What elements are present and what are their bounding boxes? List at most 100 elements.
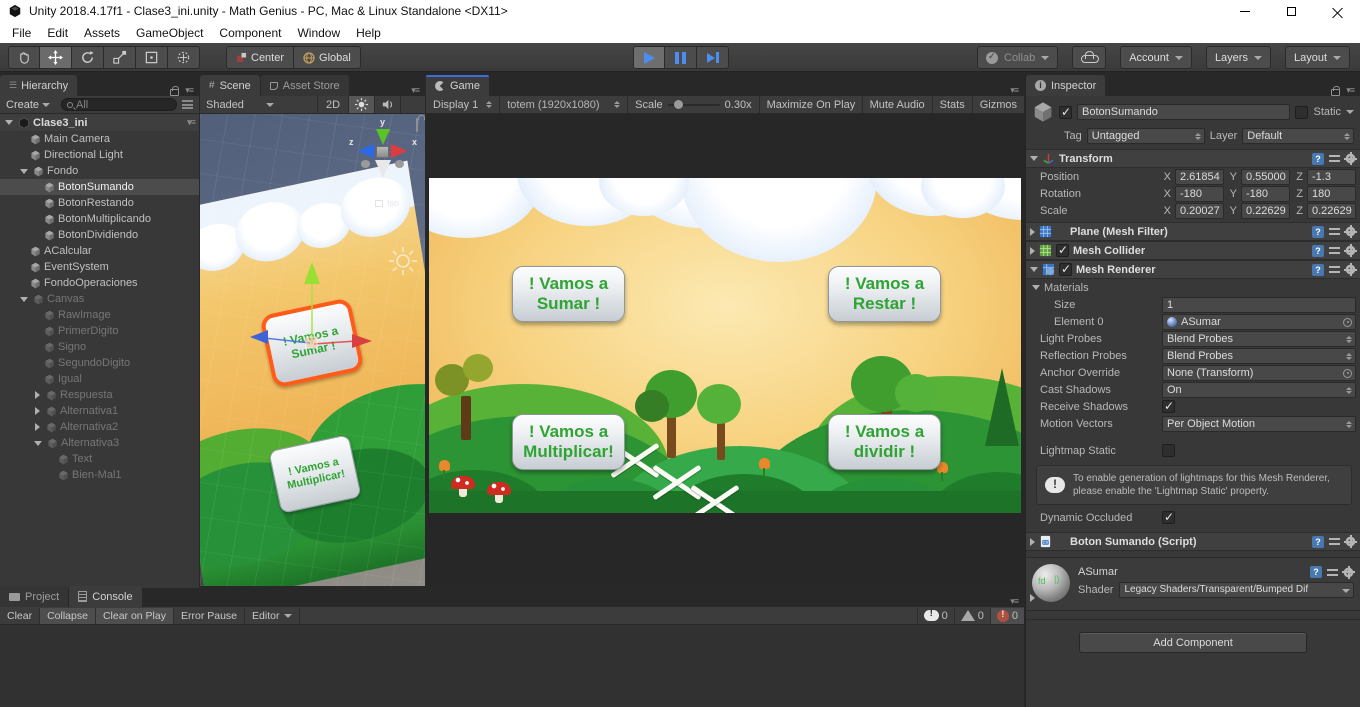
foldout-icon[interactable] [35,391,40,399]
menu-file[interactable]: File [4,26,39,40]
object-picker-icon[interactable] [1343,318,1352,327]
tab-project[interactable]: Project [0,586,68,607]
hierarchy-item[interactable]: ACalcular [0,243,199,259]
axis-y-cone[interactable] [376,129,390,145]
maximize-on-play-toggle[interactable]: Maximize On Play [760,96,863,113]
help-icon[interactable]: ? [1310,566,1322,578]
foldout-collapsed-icon[interactable] [1030,247,1035,255]
error-count-toggle[interactable]: 0 [990,608,1024,624]
tag-dropdown[interactable]: Untagged [1087,128,1205,144]
menu-gameobject[interactable]: GameObject [128,26,211,40]
account-dropdown[interactable]: Account [1120,46,1192,69]
scale-z-field[interactable]: 0.22629 [1307,203,1356,219]
slider-thumb[interactable] [674,100,683,109]
foldout-collapsed-icon[interactable] [1030,228,1035,236]
shader-dropdown[interactable]: Legacy Shaders/Transparent/Bumped Dif [1119,582,1354,598]
gear-icon[interactable] [1343,567,1354,578]
clear-on-play-toggle[interactable]: Clear on Play [96,608,174,624]
mesh-filter-component-header[interactable]: Plane (Mesh Filter) ? [1026,222,1360,241]
gameobject-name-field[interactable]: BotonSumando [1077,104,1290,120]
collapse-toggle[interactable]: Collapse [40,608,96,624]
menu-window[interactable]: Window [289,26,348,40]
hierarchy-item[interactable]: FondoOperaciones [0,275,199,291]
mesh-renderer-component-header[interactable]: Mesh Renderer ? [1026,260,1360,279]
hierarchy-item[interactable]: RawImage [0,307,199,323]
play-button[interactable] [633,46,665,69]
preset-icon[interactable] [1329,265,1340,274]
menu-assets[interactable]: Assets [76,26,128,40]
game-button-restar[interactable]: ! Vamos a Restar ! [828,266,941,322]
stats-toggle[interactable]: Stats [933,96,973,113]
add-component-button[interactable]: Add Component [1079,632,1307,653]
scene-lighting-toggle[interactable] [349,96,375,113]
help-icon[interactable]: ? [1312,264,1324,276]
step-button[interactable] [697,46,729,69]
close-button[interactable] [1314,0,1360,22]
gear-icon[interactable] [1345,226,1356,237]
foldout-icon[interactable] [20,169,28,174]
hierarchy-item[interactable]: BotonDividiendo [0,227,199,243]
gear-icon[interactable] [1345,245,1356,256]
hand-tool-button[interactable] [8,46,40,69]
hierarchy-item[interactable]: Canvas [0,291,199,307]
panel-menu-icon[interactable]: ▾≡ [185,85,193,96]
cloud-button[interactable] [1072,46,1106,69]
create-dropdown[interactable]: Create [0,99,56,111]
hierarchy-sort-icon[interactable] [182,100,193,109]
scale-slider[interactable] [668,104,720,106]
hierarchy-item[interactable]: Respuesta [0,387,199,403]
tab-hierarchy[interactable]: ☰Hierarchy [0,75,77,96]
axis-x-cone[interactable] [391,144,407,158]
gear-icon[interactable] [1345,264,1356,275]
axis-z-cone[interactable] [358,144,374,158]
lock-icon[interactable] [170,89,179,96]
hierarchy-root-row[interactable]: Clase3_ini ▾≡ [0,114,199,131]
resolution-dropdown[interactable]: totem (1920x1080) [500,96,628,113]
game-button-multiplicar[interactable]: ! Vamos a Multiplicar! [512,414,625,470]
move-tool-button[interactable] [40,46,72,69]
script-component-header[interactable]: C# Boton Sumando (Script) ? [1026,532,1360,551]
error-pause-toggle[interactable]: Error Pause [174,608,245,624]
static-checkbox[interactable] [1295,106,1308,119]
scale-y-field[interactable]: 0.22629 [1241,203,1290,219]
help-icon[interactable]: ? [1312,153,1324,165]
layers-dropdown[interactable]: Layers [1206,46,1271,69]
mesh-collider-component-header[interactable]: Mesh Collider ? [1026,241,1360,260]
preset-icon[interactable] [1329,154,1340,163]
transform-tool-button[interactable] [168,46,200,69]
tab-inspector[interactable]: iInspector [1026,75,1105,96]
hierarchy-item[interactable]: Signo [0,339,199,355]
element0-object-field[interactable]: ASumar [1162,314,1356,330]
help-icon[interactable]: ? [1312,536,1324,548]
transform-component-header[interactable]: Transform ? [1026,149,1360,168]
preset-icon[interactable] [1327,568,1338,577]
pause-button[interactable] [665,46,697,69]
tab-scene[interactable]: #Scene [200,75,260,96]
position-x-field[interactable]: 2.61854 [1175,169,1224,185]
hierarchy-item[interactable]: Alternativa3 [0,435,199,451]
hierarchy-item[interactable]: BotonSumando [0,179,199,195]
menu-component[interactable]: Component [211,26,289,40]
panel-menu-icon[interactable]: ▾≡ [1010,596,1018,607]
lightmap-static-checkbox[interactable] [1162,444,1175,457]
info-count-toggle[interactable]: 0 [917,608,954,624]
scene-audio-toggle[interactable] [375,96,401,113]
space-toggle-button[interactable]: Global [294,46,361,69]
component-enabled-checkbox[interactable] [1059,263,1072,276]
foldout-expanded-icon[interactable] [1030,267,1038,272]
materials-foldout-icon[interactable] [1032,285,1040,290]
game-viewport[interactable]: ! Vamos a Sumar ! ! Vamos a Restar ! ! V… [426,114,1024,586]
tab-game[interactable]: Game [426,75,489,96]
display-dropdown[interactable]: Display 1 [426,96,500,113]
rect-tool-button[interactable] [136,46,168,69]
clear-button[interactable]: Clear [0,608,40,624]
hierarchy-item[interactable]: Fondo [0,163,199,179]
directional-light-gizmo[interactable] [388,246,418,276]
hierarchy-item[interactable]: Alternativa2 [0,419,199,435]
scene-menu-icon[interactable]: ▾≡ [187,117,195,128]
warning-count-toggle[interactable]: 0 [954,608,990,624]
hierarchy-item[interactable]: PrimerDigito [0,323,199,339]
hierarchy-item[interactable]: Bien-Mal1 [0,467,199,483]
help-icon[interactable]: ? [1312,226,1324,238]
game-button-sumar[interactable]: ! Vamos a Sumar ! [512,266,625,322]
